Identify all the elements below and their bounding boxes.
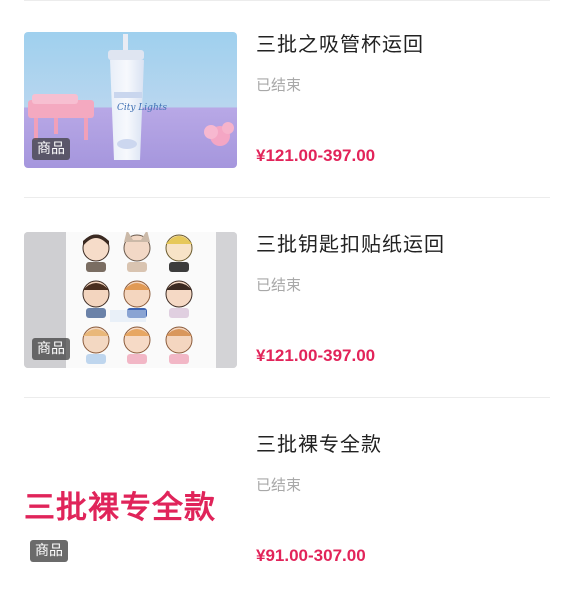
list-item[interactable]: City Lights 商品 三批之吸管杯运回 已结束 ¥121.00-397.… [0,0,574,198]
divider [24,397,550,398]
status-label: 已结束 [256,276,302,294]
product-badge: 商品 [32,138,70,160]
price-range: ¥91.00-307.00 [256,546,366,565]
status-label: 已结束 [256,476,302,494]
item-title[interactable]: 三批钥匙扣贴纸运回 [256,228,445,257]
price-range: ¥121.00-397.00 [256,346,376,365]
status-label: 已结束 [256,76,302,94]
item-title[interactable]: 三批之吸管杯运回 [256,28,424,57]
list-item[interactable]: 三批裸专全款 商品 三批裸专全款 已结束 ¥91.00-307.00 [0,400,574,598]
price-range: ¥121.00-397.00 [256,146,376,165]
product-badge: 商品 [30,540,68,562]
cup-text: City Lights [117,103,167,113]
product-thumbnail[interactable]: City Lights 商品 [24,32,237,168]
divider [24,197,550,198]
list-item[interactable]: 商品 三批钥匙扣贴纸运回 已结束 ¥121.00-397.00 [0,200,574,398]
thumbnail-text: 三批裸专全款 [24,490,216,526]
product-thumbnail[interactable]: 三批裸专全款 商品 [24,432,237,568]
item-title[interactable]: 三批裸专全款 [256,428,382,457]
product-thumbnail[interactable]: 商品 [24,232,237,368]
product-badge: 商品 [32,338,70,360]
